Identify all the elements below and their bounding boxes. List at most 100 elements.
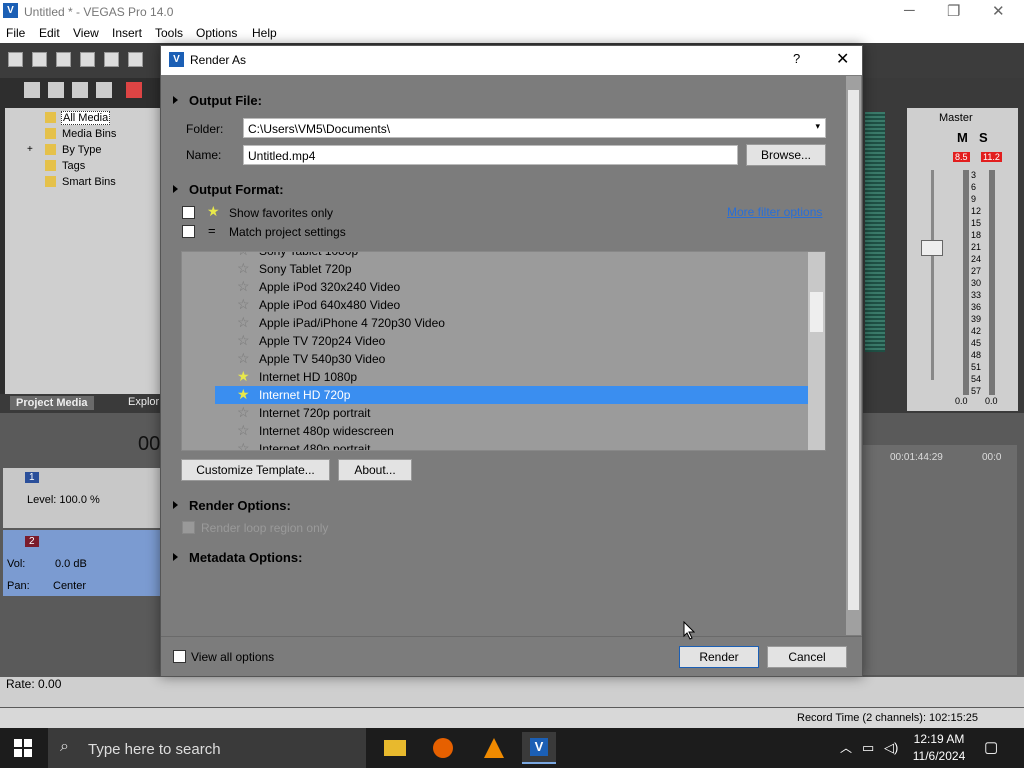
dialog-scrollbar[interactable]	[846, 76, 861, 635]
mute-button[interactable]: M	[957, 130, 968, 145]
meter-scale-tick: 15	[971, 218, 982, 228]
video-track-header[interactable]: 1 Level: 100.0 %	[3, 468, 160, 528]
star-outline-icon[interactable]: ☆	[237, 296, 250, 313]
menu-help[interactable]: Help	[252, 26, 277, 40]
star-outline-icon[interactable]: ☆	[237, 332, 250, 349]
output-format-header[interactable]: Output Format:	[189, 182, 284, 197]
list-scroll-thumb[interactable]	[810, 292, 823, 332]
tree-item-media-bins[interactable]: Media Bins	[62, 128, 116, 140]
format-list-item[interactable]: ★ Internet HD 1080p	[182, 368, 808, 386]
tab-explorer[interactable]: Explor	[128, 396, 159, 408]
metadata-options-header[interactable]: Metadata Options:	[189, 550, 302, 565]
tree-item-smart-bins[interactable]: Smart Bins	[62, 176, 116, 188]
file-explorer-icon[interactable]	[378, 732, 412, 764]
collapse-arrow-icon[interactable]	[173, 185, 178, 193]
dialog-close-button[interactable]: ✕	[836, 49, 849, 69]
format-list-item[interactable]: ☆ Sony Tablet 1080p	[182, 252, 808, 260]
format-list-item[interactable]: ☆ Apple TV 540p30 Video	[182, 350, 808, 368]
menu-file[interactable]: File	[6, 26, 25, 40]
close-icon[interactable]: ✕	[992, 2, 1005, 20]
format-list-item[interactable]: ★ Internet HD 720p	[215, 386, 808, 404]
timeline-tracks-area[interactable]	[862, 445, 1017, 675]
menu-edit[interactable]: Edit	[39, 26, 60, 40]
media-tool-icon[interactable]	[24, 82, 40, 98]
render-icon[interactable]	[104, 52, 119, 67]
solo-button[interactable]: S	[979, 130, 988, 145]
settings-icon[interactable]	[128, 52, 143, 67]
format-list-item[interactable]: ☆ Apple iPod 640x480 Video	[182, 296, 808, 314]
minimize-icon[interactable]: ─	[904, 2, 915, 19]
vlc-icon[interactable]	[476, 732, 510, 764]
star-outline-icon[interactable]: ☆	[237, 278, 250, 295]
output-file-header[interactable]: Output File:	[189, 93, 262, 108]
star-outline-icon[interactable]: ☆	[237, 440, 250, 450]
open-icon[interactable]	[32, 52, 47, 67]
format-list-item[interactable]: ☆ Apple TV 720p24 Video	[182, 332, 808, 350]
customize-template-button[interactable]: Customize Template...	[181, 459, 330, 481]
view-all-options-checkbox[interactable]	[173, 650, 186, 663]
match-project-checkbox[interactable]	[182, 225, 195, 238]
format-template-list[interactable]: ☆ Sony Tablet 1080p ☆ Sony Tablet 720p ☆ Appl…	[181, 251, 826, 451]
menu-view[interactable]: View	[73, 26, 99, 40]
tree-item-tags[interactable]: Tags	[62, 160, 85, 172]
restore-icon[interactable]: ❐	[947, 2, 960, 20]
folder-input[interactable]: C:\Users\VM5\Documents\ ▾	[243, 118, 826, 138]
collapse-arrow-icon[interactable]	[173, 501, 178, 509]
media-tool-icon[interactable]	[72, 82, 88, 98]
dialog-scroll-thumb[interactable]	[848, 90, 859, 610]
loop-region-checkbox[interactable]	[182, 521, 195, 534]
chevron-up-icon[interactable]: ︿	[840, 739, 852, 756]
save-icon[interactable]	[56, 52, 71, 67]
volume-fader[interactable]	[921, 240, 943, 256]
meter-scale-tick: 18	[971, 230, 982, 240]
collapse-arrow-icon[interactable]	[173, 96, 178, 104]
dropdown-arrow-icon[interactable]: ▾	[815, 121, 820, 132]
format-list-item[interactable]: ☆ Apple iPod 320x240 Video	[182, 278, 808, 296]
star-outline-icon[interactable]: ☆	[237, 404, 250, 421]
delete-icon[interactable]	[126, 82, 142, 98]
save-as-icon[interactable]	[80, 52, 95, 67]
format-list-item[interactable]: ☆ Sony Tablet 720p	[182, 260, 808, 278]
vegas-taskbar-icon[interactable]: V	[522, 732, 556, 764]
show-favorites-checkbox[interactable]	[182, 206, 195, 219]
windows-start-icon[interactable]	[14, 739, 32, 757]
menu-options[interactable]: Options	[196, 26, 237, 40]
about-button[interactable]: About...	[338, 459, 412, 481]
tree-item-by-type[interactable]: By Type	[62, 144, 102, 156]
tree-item-all-media[interactable]: All Media	[61, 111, 111, 125]
media-tool-icon[interactable]	[48, 82, 64, 98]
list-scrollbar[interactable]	[808, 252, 825, 450]
format-list-item[interactable]: ☆ Internet 480p portrait	[182, 440, 808, 450]
taskbar-clock[interactable]: 12:19 AM 11/6/2024	[906, 731, 972, 765]
collapse-arrow-icon[interactable]	[173, 553, 178, 561]
star-outline-icon[interactable]: ☆	[237, 350, 250, 367]
notification-icon[interactable]: ▢	[984, 738, 998, 756]
network-icon[interactable]: ▭	[862, 740, 874, 756]
audio-track-header[interactable]: 2 Vol: 0.0 dB Pan: Center	[3, 530, 160, 596]
favorite-star-icon[interactable]: ★	[237, 386, 250, 403]
help-button[interactable]: ?	[793, 51, 800, 66]
media-tool-icon[interactable]	[96, 82, 112, 98]
tab-project-media[interactable]: Project Media	[10, 396, 94, 410]
taskbar-search-box[interactable]: ⌕ Type here to search	[48, 728, 366, 768]
format-list-item[interactable]: ☆ Internet 720p portrait	[182, 404, 808, 422]
name-input[interactable]: Untitled.mp4	[243, 145, 738, 165]
render-button[interactable]: Render	[679, 646, 759, 668]
format-list-item[interactable]: ☆ Apple iPad/iPhone 4 720p30 Video	[182, 314, 808, 332]
menu-tools[interactable]: Tools	[155, 26, 183, 40]
star-outline-icon[interactable]: ☆	[237, 314, 250, 331]
more-filter-options-link[interactable]: More filter options	[727, 205, 822, 219]
cancel-button[interactable]: Cancel	[767, 646, 847, 668]
star-outline-icon[interactable]: ☆	[237, 260, 250, 277]
star-outline-icon[interactable]: ☆	[237, 252, 250, 259]
expand-icon[interactable]: +	[27, 144, 33, 155]
render-options-header[interactable]: Render Options:	[189, 498, 291, 513]
favorite-star-icon[interactable]: ★	[237, 368, 250, 385]
star-outline-icon[interactable]: ☆	[237, 422, 250, 439]
format-list-item[interactable]: ☆ Internet 480p widescreen	[182, 422, 808, 440]
firefox-icon[interactable]	[426, 732, 460, 764]
volume-icon[interactable]: ◁)	[884, 740, 898, 756]
menu-insert[interactable]: Insert	[112, 26, 142, 40]
browse-button[interactable]: Browse...	[746, 144, 826, 166]
new-icon[interactable]	[8, 52, 23, 67]
